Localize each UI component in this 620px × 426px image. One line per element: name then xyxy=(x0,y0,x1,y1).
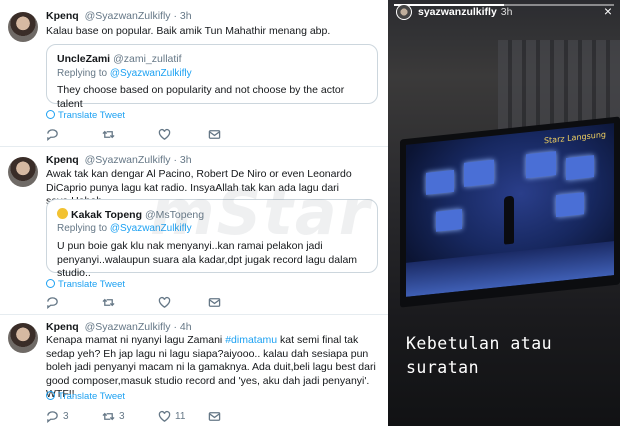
reply-icon xyxy=(47,128,58,141)
quoted-author: UncleZami @zami_zullatif xyxy=(57,53,182,65)
tweet-header: Kpenq @SyazwanZulkifly · 4h xyxy=(46,321,192,333)
replying-to-handle[interactable]: @SyazwanZulkifly xyxy=(110,223,192,234)
tweet-column: Kpenq @SyazwanZulkifly · 3h Kalau base o… xyxy=(0,0,388,426)
television: Starz Langsung xyxy=(400,116,620,308)
quoted-tweet[interactable]: UncleZami @zami_zullatif Replying to @Sya… xyxy=(46,44,378,110)
quoted-author-name: UncleZami xyxy=(57,53,111,65)
tv-channel-logo: Starz Langsung xyxy=(543,129,606,146)
retweet-button[interactable]: 3 xyxy=(102,409,125,423)
reply-button[interactable]: 3 xyxy=(46,409,69,423)
instagram-story[interactable]: Starz Langsung syazwanzulkifly 3h × Kebet… xyxy=(388,0,620,426)
translate-tweet-link[interactable]: Translate Tweet xyxy=(46,110,125,121)
quoted-text: They choose based on popularity and not … xyxy=(57,84,345,110)
story-header[interactable]: syazwanzulkifly 3h xyxy=(418,6,512,18)
story-username[interactable]: syazwanzulkifly xyxy=(418,6,497,18)
story-caption: Kebetulan atau suratan xyxy=(406,332,552,380)
replying-label: Replying to xyxy=(57,68,108,79)
story-time: 3h xyxy=(500,6,513,18)
share-button[interactable] xyxy=(208,127,221,141)
avatar[interactable] xyxy=(8,157,38,187)
heart-icon xyxy=(158,128,171,140)
close-icon[interactable]: × xyxy=(604,3,612,19)
reply-icon xyxy=(47,410,58,423)
singer-silhouette xyxy=(504,195,514,245)
quoted-author-handle: @zami_zullatif xyxy=(113,53,182,65)
replying-to-handle[interactable]: @SyazwanZulkifly xyxy=(110,68,192,79)
reply-count: 3 xyxy=(63,410,69,422)
heart-icon xyxy=(158,410,171,422)
translate-tweet-link[interactable]: Translate Tweet xyxy=(46,391,125,402)
translate-label: Translate Tweet xyxy=(58,110,126,121)
avatar[interactable] xyxy=(8,12,38,42)
stage-screen-panel xyxy=(436,209,462,232)
share-button[interactable] xyxy=(208,409,221,423)
tweet[interactable]: Kpenq @SyazwanZulkifly · 4h Kenapa mamat… xyxy=(0,315,388,426)
translate-label: Translate Tweet xyxy=(58,279,126,290)
retweet-icon xyxy=(102,412,115,420)
tweet-text-part: Kenapa mamat ni nyanyi lagu Zamani xyxy=(46,334,226,346)
tweet-author-handle[interactable]: @SyazwanZulkifly xyxy=(85,321,171,333)
share-button[interactable] xyxy=(208,295,221,309)
reply-button[interactable] xyxy=(46,127,63,141)
translate-label: Translate Tweet xyxy=(58,391,126,402)
tv-screen: Starz Langsung xyxy=(406,123,614,297)
like-button[interactable]: 11 xyxy=(158,409,185,423)
reply-icon xyxy=(47,296,58,309)
avatar[interactable] xyxy=(396,4,412,20)
avatar[interactable] xyxy=(8,323,38,353)
stage-screen-panel xyxy=(556,192,584,218)
tweet-time[interactable]: · 3h xyxy=(173,154,191,166)
tweet-text: Kalau base on popular. Baik amik Tun Mah… xyxy=(46,25,331,37)
quoted-author-handle: @MsTopeng xyxy=(145,209,205,221)
tweet-author-handle[interactable]: @SyazwanZulkifly xyxy=(85,154,171,166)
tweet-actions xyxy=(46,295,346,309)
tweet-time[interactable]: · 3h xyxy=(173,10,191,22)
tweet[interactable]: Kpenq @SyazwanZulkifly · 3h Kalau base o… xyxy=(0,0,388,146)
tweet-actions: 3 3 11 xyxy=(46,409,346,423)
retweet-count: 3 xyxy=(119,410,125,422)
globe-icon xyxy=(46,110,55,119)
stage-screen-panel xyxy=(566,155,594,181)
like-button[interactable] xyxy=(158,127,175,141)
like-button[interactable] xyxy=(158,295,175,309)
globe-icon xyxy=(46,391,55,400)
tweet-time[interactable]: · 4h xyxy=(173,321,191,333)
stage-screen-panel xyxy=(526,151,556,179)
retweet-button[interactable] xyxy=(102,295,119,309)
replying-to: Replying to @SyazwanZulkifly xyxy=(57,68,192,79)
stage-screen-panel xyxy=(426,169,454,195)
caption-line: Kebetulan atau xyxy=(406,334,553,353)
caption-line: suratan xyxy=(406,358,480,377)
mail-icon xyxy=(208,297,221,307)
quoted-text: U pun boie gak klu nak menyanyi..kan ram… xyxy=(57,240,358,279)
reply-button[interactable] xyxy=(46,295,63,309)
retweet-button[interactable] xyxy=(102,127,119,141)
tweet-author-name[interactable]: Kpenq xyxy=(46,10,79,22)
replying-label: Replying to xyxy=(57,223,108,234)
replying-to: Replying to @SyazwanZulkifly xyxy=(57,223,192,234)
tweet-author-name[interactable]: Kpenq xyxy=(46,154,79,166)
tweet-header: Kpenq @SyazwanZulkifly · 3h xyxy=(46,154,192,166)
retweet-icon xyxy=(102,298,115,306)
quoted-author: Kakak Topeng @MsTopeng xyxy=(57,208,204,221)
tweet-header: Kpenq @SyazwanZulkifly · 3h xyxy=(46,10,192,22)
mail-icon xyxy=(208,411,221,421)
translate-tweet-link[interactable]: Translate Tweet xyxy=(46,279,125,290)
tweet-actions xyxy=(46,127,346,141)
heart-icon xyxy=(158,296,171,308)
tweet-author-handle[interactable]: @SyazwanZulkifly xyxy=(85,10,171,22)
tweet-author-name[interactable]: Kpenq xyxy=(46,321,79,333)
retweet-icon xyxy=(102,130,115,138)
hashtag-link[interactable]: #dimatamu xyxy=(225,334,277,346)
stage-screen-panel xyxy=(464,159,494,187)
tweet[interactable]: Kpenq @SyazwanZulkifly · 3h Awak tak kan… xyxy=(0,147,388,314)
mail-icon xyxy=(208,129,221,139)
globe-icon xyxy=(46,279,55,288)
quoted-tweet[interactable]: Kakak Topeng @MsTopeng Replying to @Syazw… xyxy=(46,199,378,279)
bee-emoji-icon xyxy=(57,208,68,219)
quoted-author-name: Kakak Topeng xyxy=(71,209,142,221)
like-count: 11 xyxy=(175,410,186,422)
